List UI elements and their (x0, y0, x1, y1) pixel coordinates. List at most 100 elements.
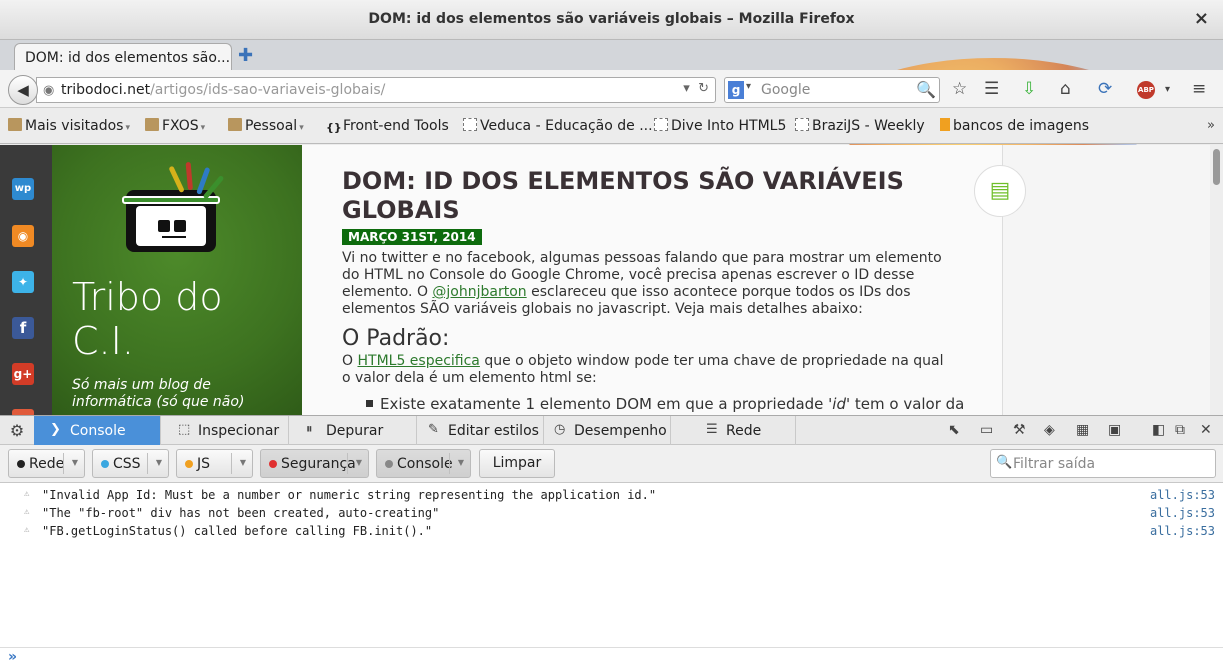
source-location-link[interactable]: all.js:53 (1150, 524, 1215, 538)
close-window-button[interactable]: × (1194, 8, 1209, 29)
clear-button[interactable]: Limpar (479, 449, 555, 478)
prompt-icon: » (8, 649, 18, 665)
settings-gear-icon[interactable]: ⚙ (0, 416, 34, 445)
section-heading: O Padrão: (342, 326, 450, 351)
chevron-down-icon[interactable]: ▼ (156, 458, 162, 467)
search-bar[interactable]: g ▾ Google 🔍 (724, 77, 940, 103)
back-button[interactable]: ◀ (8, 75, 38, 105)
chevron-right-icon: ❯ (50, 422, 61, 437)
3d-view-icon[interactable]: ◈ (1044, 422, 1055, 438)
page-icon (463, 118, 477, 131)
bookmarks-list-icon[interactable]: ☰ (984, 79, 999, 99)
tab-depurar[interactable]: ⏸ Depurar (290, 416, 417, 445)
bookmark-dive-into-html5[interactable]: Dive Into HTML5 (654, 118, 786, 134)
bookmark-bancos-de-imagens[interactable]: bancos de imagens (940, 118, 1089, 134)
url-dropdown-icon[interactable]: ▾ (683, 81, 690, 96)
page-scrollbar[interactable] (1210, 145, 1223, 415)
chevron-down-icon[interactable]: ▼ (458, 458, 464, 467)
bookmark-site-icon (940, 118, 950, 131)
filter-seguranca-button[interactable]: Segurança ▼ (260, 449, 369, 478)
adblock-dropdown-icon[interactable]: ▾ (1165, 84, 1170, 95)
twitter-icon[interactable]: ✦ (12, 271, 34, 293)
google-plus-icon[interactable]: g+ (12, 363, 34, 385)
frame-icon[interactable]: ▣ (1108, 422, 1121, 438)
paintbrush-icon[interactable]: ⚒ (1013, 422, 1026, 438)
bookmark-folder-fxos[interactable]: FXOS ▾ (145, 118, 205, 134)
bookmark-folder-mais-visitados[interactable]: Mais visitados ▾ (8, 118, 130, 134)
url-bar[interactable]: ◉ tribodoci.net/artigos/ids-sao-variavei… (36, 77, 716, 103)
source-location-link[interactable]: all.js:53 (1150, 506, 1215, 520)
chevron-down-icon[interactable]: ▼ (240, 458, 246, 467)
console-message[interactable]: ⚠ "Invalid App Id: Must be a number or nu… (0, 486, 1223, 504)
tab-desempenho[interactable]: ◷ Desempenho (538, 416, 671, 445)
window-title: DOM: id dos elementos são variáveis glob… (368, 11, 855, 27)
chevron-down-icon: ▾ (200, 123, 206, 133)
folder-icon (145, 118, 159, 131)
google-engine-icon[interactable]: g (728, 81, 744, 99)
chevron-down-icon[interactable]: ▼ (72, 458, 78, 467)
engine-dropdown-icon[interactable]: ▾ (746, 81, 751, 92)
page-content: wp ◉ ✦ f g+ Tribo do C.I. Só mais um blo… (0, 145, 1223, 415)
responsive-icon[interactable]: ▦ (1076, 422, 1089, 438)
bookmark-front-end-tools[interactable]: {}Front-end Tools (326, 118, 449, 134)
home-icon[interactable]: ⌂ (1060, 79, 1071, 99)
bookmark-folder-pessoal[interactable]: Pessoal ▾ (228, 118, 304, 134)
tab-console[interactable]: ❯ Console (34, 416, 161, 445)
console-message[interactable]: ⚠ "FB.getLoginStatus() called before call… (0, 522, 1223, 540)
console-input[interactable]: » (0, 647, 1223, 668)
folder-icon (228, 118, 242, 131)
window-titlebar: DOM: id dos elementos são variáveis glob… (0, 0, 1223, 40)
pick-element-icon[interactable]: ⬉ (948, 422, 960, 438)
blog-mascot-logo[interactable] (122, 161, 225, 252)
url-actions: ▾ ↻ (683, 81, 709, 96)
new-tab-button[interactable]: ✚ (238, 45, 253, 66)
chevron-down-icon[interactable]: ▼ (356, 458, 362, 467)
tab-dom-article[interactable]: DOM: id dos elementos são... (14, 43, 232, 71)
search-placeholder: Google (761, 82, 811, 98)
document-icon[interactable]: ▤ (974, 165, 1026, 217)
dock-side-icon[interactable]: ◧ (1152, 422, 1165, 438)
warning-icon: ⚠ (24, 507, 30, 517)
warning-icon: ⚠ (24, 525, 30, 535)
search-icon: 🔍 (996, 455, 1013, 470)
rss-icon[interactable]: ◉ (12, 225, 34, 247)
menu-icon[interactable]: ≡ (1192, 79, 1206, 99)
adblock-icon[interactable]: ABP (1137, 81, 1155, 99)
filter-js-button[interactable]: JS ▼ (176, 449, 253, 478)
scratchpad-icon[interactable]: ▭ (980, 422, 993, 438)
list-item: Existe exatamente 1 elemento DOM em que … (366, 395, 966, 413)
filter-output-input[interactable]: 🔍 Filtrar saída (990, 449, 1216, 478)
separate-window-icon[interactable]: ⧉ (1175, 422, 1185, 438)
status-dot-icon (269, 460, 277, 468)
sync-icon[interactable]: ⟳ (1098, 79, 1112, 99)
reload-icon[interactable]: ↻ (698, 81, 709, 96)
article-title: DOM: ID DOS ELEMENTOS SÃO VARIÁVEIS GLOB… (342, 167, 904, 224)
bookmark-brazijs-weekly[interactable]: BraziJS - Weekly (795, 118, 925, 134)
bookmark-veduca[interactable]: Veduca - Educação de ... (463, 118, 653, 134)
tab-editar-estilos[interactable]: ✎ Editar estilos (412, 416, 544, 445)
article-date: MARÇO 31ST, 2014 (342, 229, 482, 245)
source-location-link[interactable]: all.js:53 (1150, 488, 1215, 502)
wordpress-icon[interactable]: wp (12, 178, 34, 200)
search-icon[interactable]: 🔍 (916, 80, 936, 99)
pencil-icon: ✎ (428, 422, 439, 437)
status-dot-icon (17, 460, 25, 468)
bookmarks-overflow-icon[interactable]: » (1207, 118, 1215, 133)
console-message[interactable]: ⚠ "The "fb-root" div has not been created… (0, 504, 1223, 522)
filter-css-button[interactable]: CSS ▼ (92, 449, 169, 478)
close-devtools-icon[interactable]: ✕ (1200, 422, 1212, 438)
facebook-icon[interactable]: f (12, 317, 34, 339)
scrollbar-thumb[interactable] (1213, 149, 1220, 185)
console-filter-bar: Rede ▼ CSS ▼ JS ▼ Segurança ▼ Console ▼ Limpa… (0, 445, 1223, 483)
chevron-down-icon: ▾ (125, 123, 130, 133)
filter-console-button[interactable]: Console ▼ (376, 449, 471, 478)
author-link[interactable]: @johnjbarton (432, 284, 526, 300)
blog-title[interactable]: Tribo do C.I. (72, 275, 292, 363)
filter-rede-button[interactable]: Rede ▼ (8, 449, 85, 478)
star-icon[interactable]: ☆ (952, 79, 967, 99)
download-icon[interactable]: ⇩ (1022, 79, 1036, 99)
html5-spec-link[interactable]: HTML5 especifica (357, 353, 479, 369)
status-dot-icon (385, 460, 393, 468)
tab-rede[interactable]: ☰ Rede (690, 416, 796, 445)
tab-inspecionar[interactable]: ⬚ Inspecionar (162, 416, 289, 445)
